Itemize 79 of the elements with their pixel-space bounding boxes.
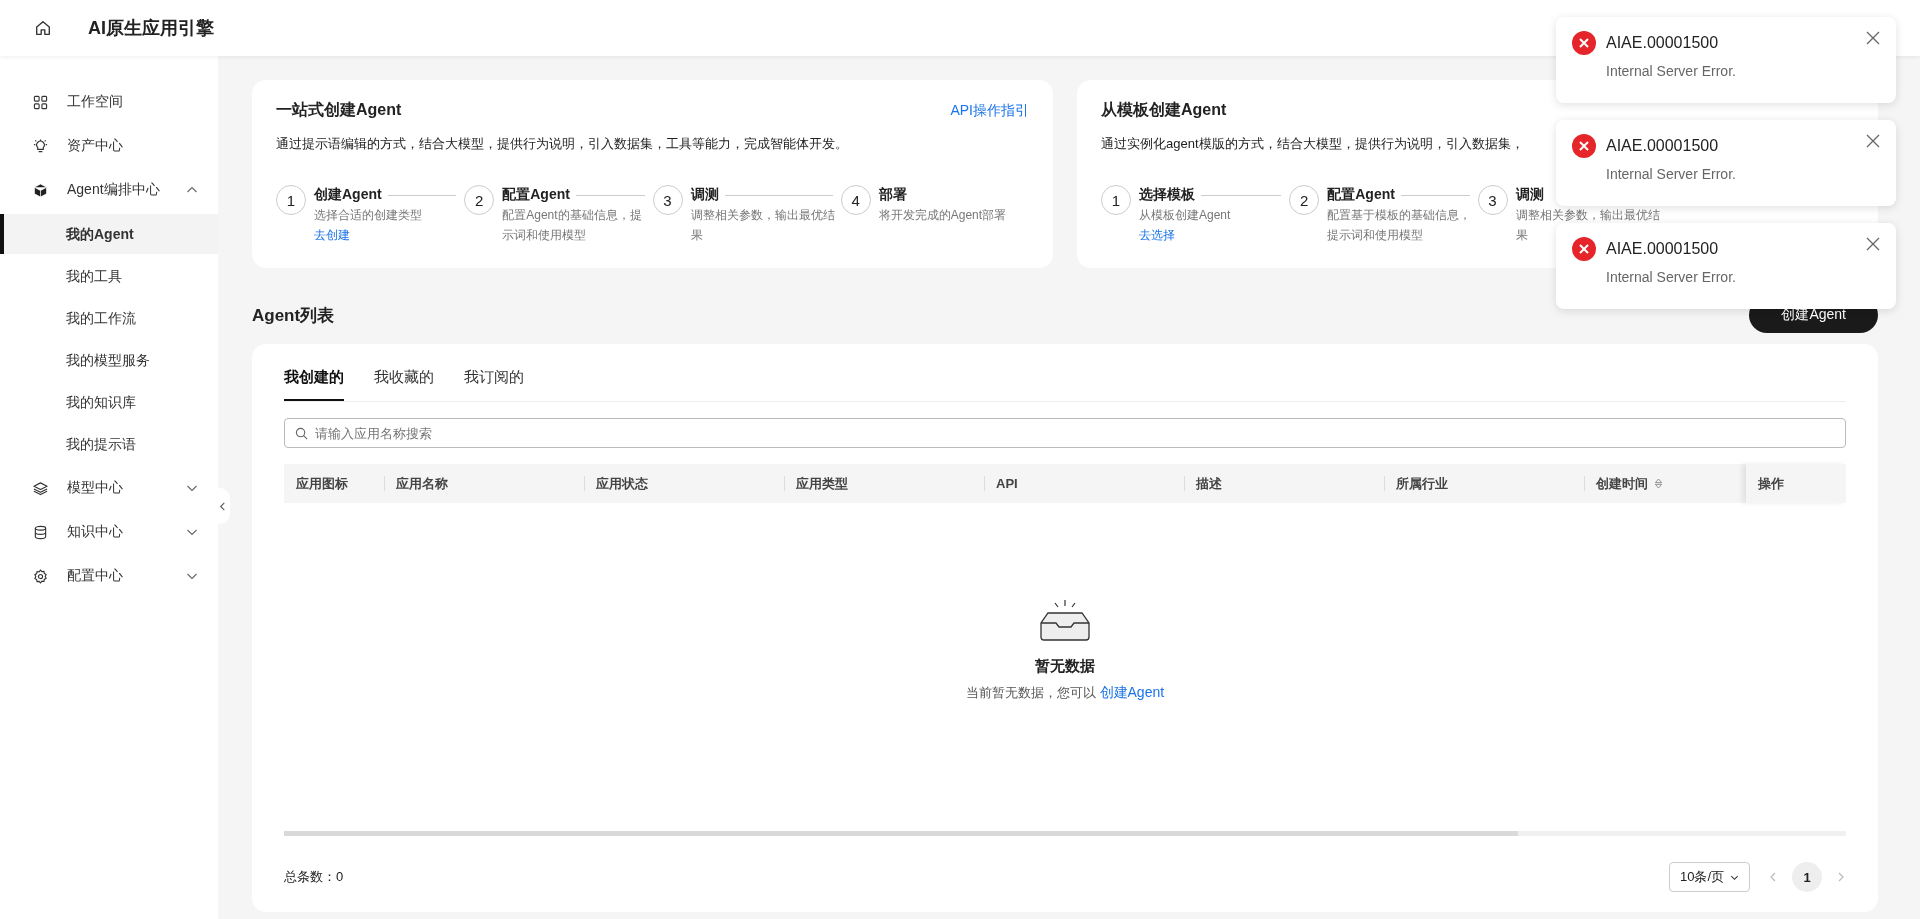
sidebar-subitem[interactable]: 我的工作流 bbox=[0, 298, 218, 338]
sidebar-subitem[interactable]: 我的工具 bbox=[0, 256, 218, 296]
total-count: 总条数：0 bbox=[284, 868, 344, 886]
sort-icon[interactable] bbox=[1654, 478, 1663, 489]
toast-message: Internal Server Error. bbox=[1606, 269, 1737, 285]
guide-link[interactable]: API操作指引 bbox=[950, 101, 1029, 120]
column-header: 应用类型 bbox=[796, 474, 848, 493]
step-title: 选择模板 bbox=[1139, 186, 1195, 204]
column-header: 操作 bbox=[1758, 474, 1784, 493]
app-title: AI原生应用引擎 bbox=[88, 17, 214, 40]
home-icon[interactable] bbox=[34, 19, 52, 37]
empty-inbox-icon bbox=[1038, 599, 1092, 643]
chevron-left-icon bbox=[217, 501, 227, 511]
step-title: 创建Agent bbox=[314, 186, 382, 204]
sidebar-subitem[interactable]: 我的Agent bbox=[0, 214, 218, 254]
card-description: 通过实例化agent模版的方式，结合大模型，提供行为说明，引入数据集， bbox=[1101, 135, 1524, 153]
card-title: 一站式创建Agent bbox=[276, 100, 402, 120]
previous-page-icon[interactable] bbox=[1768, 872, 1778, 882]
empty-message: 当前暂无数据，您可以 bbox=[965, 685, 1096, 700]
step-title: 配置Agent bbox=[1327, 186, 1395, 204]
step-title: 部署 bbox=[878, 186, 907, 204]
sidebar-item[interactable]: 工作空间 bbox=[0, 80, 218, 124]
sidebar-item[interactable]: 资产中心 bbox=[0, 124, 218, 168]
step-description: 调整相关参数，输出最优结果 bbox=[690, 207, 836, 244]
column-header: 所属行业 bbox=[1396, 474, 1448, 493]
toast-message: Internal Server Error. bbox=[1606, 166, 1737, 182]
empty-title: 暂无数据 bbox=[1035, 657, 1095, 676]
card-description: 通过提示语编辑的方式，结合大模型，提供行为说明，引入数据集，工具等能力，完成智能体开发。 bbox=[276, 135, 848, 153]
close-icon[interactable] bbox=[1866, 237, 1880, 251]
step-title: 调测 bbox=[1515, 186, 1544, 204]
database-icon bbox=[33, 524, 48, 540]
layers-icon bbox=[33, 480, 48, 496]
error-icon bbox=[1572, 237, 1596, 261]
step-description: 选择合适的创建类型 bbox=[314, 207, 423, 224]
cube-icon bbox=[33, 182, 48, 198]
section-title: Agent列表 bbox=[252, 304, 335, 327]
column-header: 应用名称 bbox=[396, 474, 448, 493]
card-title: 从模板创建Agent bbox=[1101, 100, 1227, 120]
column-header: 描述 bbox=[1196, 474, 1222, 493]
step-link[interactable]: 去选择 bbox=[1139, 228, 1175, 242]
error-icon bbox=[1572, 134, 1596, 158]
column-header: 应用状态 bbox=[596, 474, 648, 493]
tab[interactable]: 我收藏的 bbox=[374, 362, 434, 401]
sidebar-subitem[interactable]: 我的提示语 bbox=[0, 424, 218, 464]
grid-icon bbox=[33, 94, 48, 110]
step-description: 配置基于模板的基础信息，提示词和使用模型 bbox=[1327, 207, 1473, 244]
search-field[interactable]: 请输入应用名称搜索 bbox=[284, 418, 1846, 448]
sidebar-item[interactable]: Agent编排中心 bbox=[0, 168, 218, 212]
step-description: 将开发完成的Agent部署 bbox=[878, 207, 1008, 224]
column-header: 应用图标 bbox=[296, 474, 348, 493]
close-icon[interactable] bbox=[1866, 134, 1880, 148]
step-link[interactable]: 去创建 bbox=[314, 228, 350, 242]
tab[interactable]: 我订阅的 bbox=[464, 362, 524, 401]
column-header: 创建时间 bbox=[1596, 474, 1648, 493]
settings-icon bbox=[33, 568, 48, 584]
page-button[interactable]: 1 bbox=[1792, 862, 1822, 892]
error-icon bbox=[1572, 31, 1596, 55]
step-description: 配置Agent的基础信息，提示词和使用模型 bbox=[502, 207, 643, 244]
toast-title: AIAE.00001500 bbox=[1606, 136, 1720, 156]
tab[interactable]: 我创建的 bbox=[284, 362, 344, 401]
sidebar-item[interactable]: 配置中心 bbox=[0, 554, 218, 598]
toast-message: Internal Server Error. bbox=[1606, 63, 1737, 79]
step-description: 调整相关参数，输出最优结果 bbox=[1515, 207, 1661, 242]
sidebar-subitem[interactable]: 我的模型服务 bbox=[0, 340, 218, 380]
step-description: 从模板创建Agent bbox=[1139, 207, 1232, 224]
toast-title: AIAE.00001500 bbox=[1606, 33, 1720, 53]
close-icon[interactable] bbox=[1866, 31, 1880, 45]
sidebar-item[interactable]: 知识中心 bbox=[0, 510, 218, 554]
horizontal-scrollbar[interactable] bbox=[284, 831, 1846, 836]
step-title: 调测 bbox=[690, 186, 719, 204]
page-size-select[interactable]: 10条/页 bbox=[1668, 862, 1750, 892]
create-link[interactable]: 创建Agent bbox=[1099, 684, 1165, 700]
sidebar-item[interactable]: 模型中心 bbox=[0, 466, 218, 510]
column-header: API bbox=[996, 476, 1018, 491]
toast-title: AIAE.00001500 bbox=[1606, 239, 1720, 259]
step-title: 配置Agent bbox=[502, 186, 570, 204]
lightbulb-icon bbox=[33, 138, 48, 154]
sidebar-subitem[interactable]: 我的知识库 bbox=[0, 382, 218, 422]
next-page-icon[interactable] bbox=[1836, 872, 1846, 882]
